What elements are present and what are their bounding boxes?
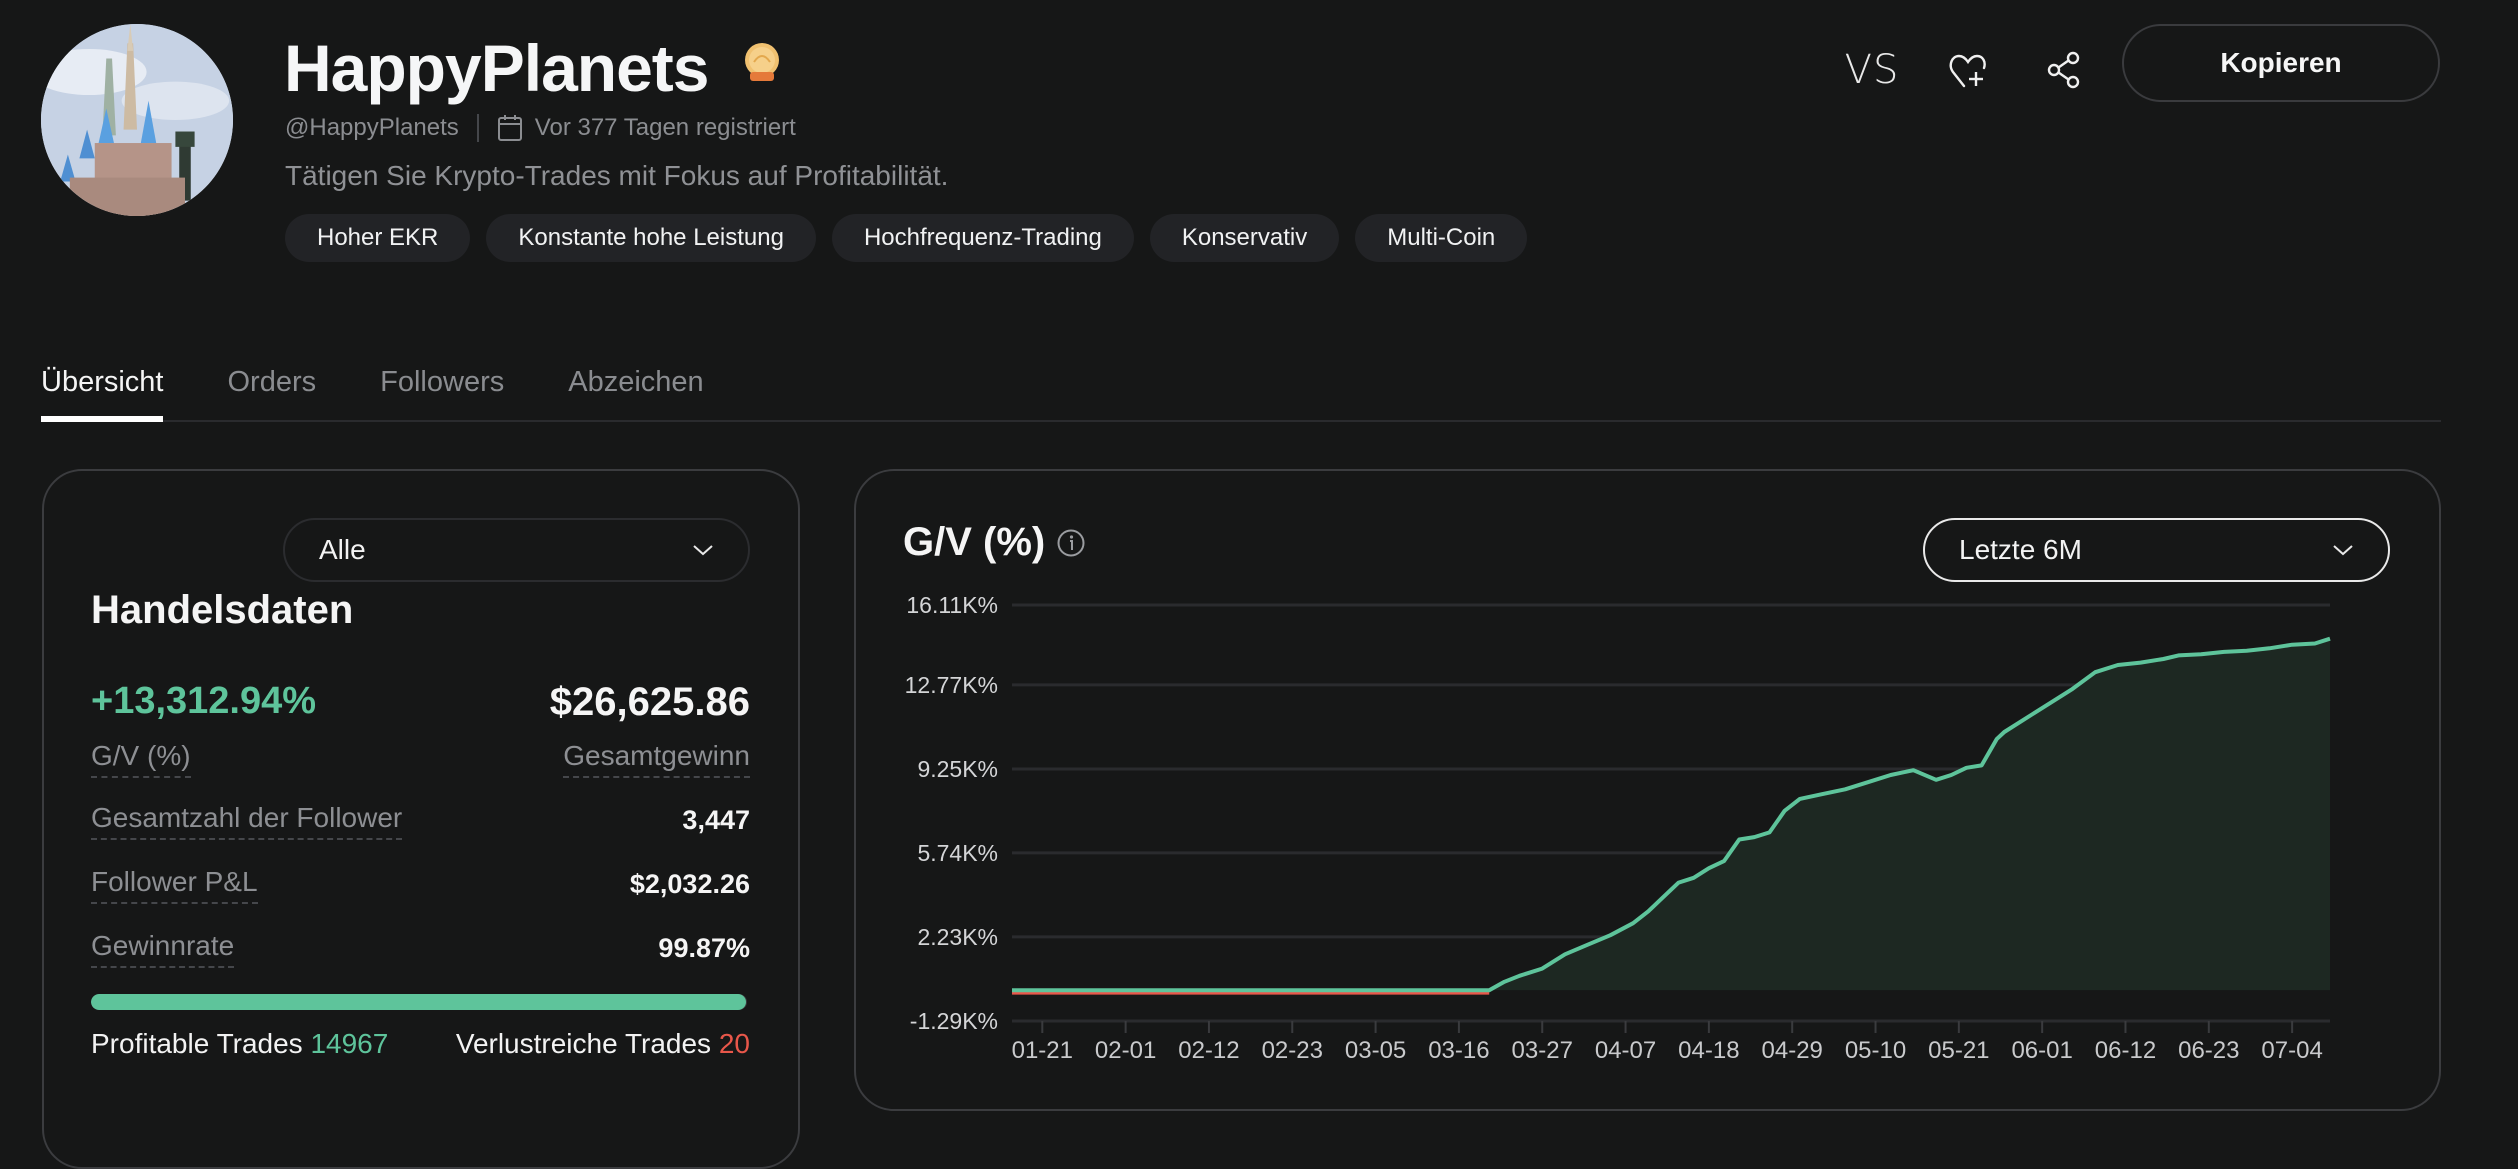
losing-trades-label: Verlustreiche Trades	[455, 1028, 712, 1059]
win-bar-fill	[91, 994, 747, 1010]
copy-trader-button[interactable]: Kopieren	[2122, 24, 2440, 102]
profitable-trades-label: Profitable Trades	[91, 1028, 303, 1059]
total-profit-value: $26,625.86	[549, 680, 750, 724]
losing-trades: Verlustreiche Trades 20	[456, 1028, 750, 1060]
tab-orders[interactable]: Orders	[228, 362, 317, 402]
tab-overview[interactable]: Übersicht	[41, 362, 164, 402]
active-tab-indicator	[41, 416, 163, 422]
compare-button[interactable]: VS	[1840, 38, 1904, 102]
chart-title: G/V (%)	[903, 520, 1046, 564]
total-profit-label[interactable]: Gesamtgewinn	[563, 740, 750, 778]
profitable-trades: Profitable Trades 14967	[91, 1028, 388, 1060]
chevron-down-icon	[2333, 545, 2353, 556]
market-filter-select[interactable]: Alle	[283, 518, 750, 582]
trader-bio: Tätigen Sie Krypto-Trades mit Fokus auf …	[285, 160, 949, 191]
win-rate-label[interactable]: Gewinnrate	[91, 930, 235, 968]
pnl-percent-label[interactable]: G/V (%)	[91, 740, 191, 778]
pnl-percent-value: +13,312.94%	[91, 680, 317, 722]
losing-trades-count: 20	[718, 1028, 750, 1059]
share-button[interactable]	[2032, 38, 2096, 102]
info-icon[interactable]	[1056, 528, 1086, 558]
profile-meta: @HappyPlanets Vor 377 Tagen registriert	[285, 110, 796, 146]
followers-total-value: 3,447	[682, 805, 750, 835]
chevron-down-icon	[693, 545, 713, 556]
follower-pnl-value: $2,032.26	[629, 869, 750, 899]
tag-chip: Multi-Coin	[1355, 214, 1528, 262]
tag-chip: Konservativ	[1149, 214, 1340, 262]
share-icon	[2047, 51, 2080, 89]
follow-button[interactable]	[1936, 38, 2000, 102]
header-actions: VS	[1840, 38, 2096, 102]
tab-followers[interactable]: Followers	[380, 362, 504, 402]
profile-tabs: Übersicht Orders Followers Abzeichen	[41, 362, 768, 402]
market-filter-value: Alle	[319, 534, 366, 565]
tag-chip: Hochfrequenz-Trading	[831, 214, 1134, 262]
follower-pnl-label[interactable]: Follower P&L	[91, 866, 258, 904]
win-rate-value: 99.87%	[658, 933, 750, 963]
win-loss-bar	[91, 994, 747, 1010]
tabs-divider	[41, 420, 2441, 422]
tag-chip: Konstante hohe Leistung	[486, 214, 816, 262]
trader-handle: @HappyPlanets	[285, 114, 459, 141]
tab-badges[interactable]: Abzeichen	[568, 362, 703, 402]
followers-total-label[interactable]: Gesamtzahl der Follower	[91, 802, 403, 840]
profitable-trades-count: 14967	[310, 1028, 389, 1059]
vs-icon: VS	[1844, 47, 1900, 93]
trader-name: HappyPlanets	[284, 31, 709, 105]
avatar	[41, 24, 233, 216]
castle-avatar-image	[41, 24, 233, 216]
trading-data-title: Handelsdaten	[91, 588, 354, 632]
registered-since: Vor 377 Tagen registriert	[534, 114, 796, 141]
heart-plus-icon	[1949, 54, 1986, 88]
top20-badge-icon[interactable]	[742, 42, 782, 86]
time-range-value: Letzte 6M	[1959, 534, 2082, 565]
time-range-select[interactable]: Letzte 6M	[1923, 518, 2390, 582]
meta-divider	[476, 114, 479, 142]
tag-chip: Hoher EKR	[285, 214, 471, 262]
calendar-icon	[497, 115, 522, 141]
tag-list: Hoher EKR Konstante hohe Leistung Hochfr…	[285, 214, 1528, 262]
